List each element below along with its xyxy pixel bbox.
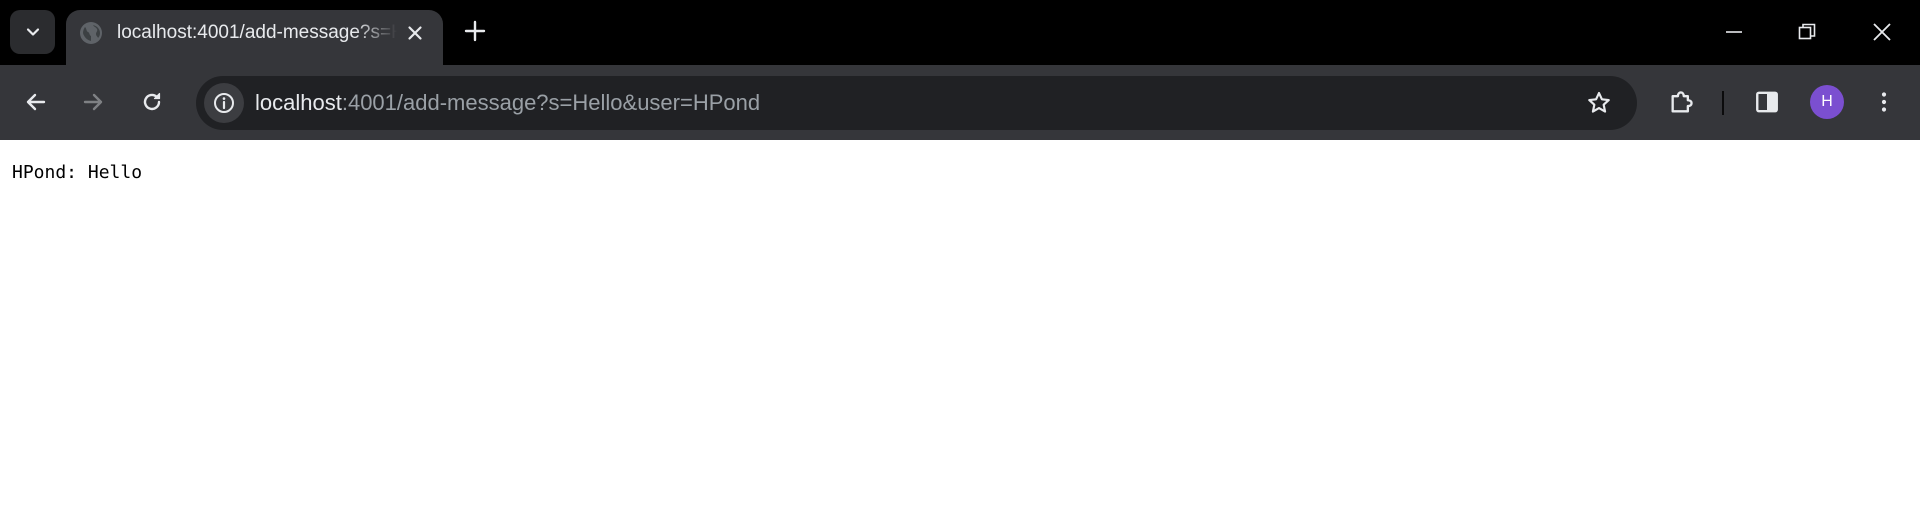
minimize-button[interactable] <box>1716 14 1752 50</box>
info-icon <box>214 93 234 113</box>
site-info-button[interactable] <box>204 83 244 123</box>
message-text: HPond: Hello <box>12 162 143 183</box>
tab-active[interactable]: localhost:4001/add-message?s=Hello&user=… <box>66 10 443 65</box>
plus-icon <box>464 20 486 42</box>
globe-icon <box>80 22 102 44</box>
url-text[interactable]: localhost:4001/add-message?s=Hello&user=… <box>255 89 760 117</box>
bookmark-button[interactable] <box>1582 86 1616 120</box>
page-content: HPond: Hello <box>0 140 1920 518</box>
minimize-icon <box>1726 31 1742 33</box>
chevron-down-icon <box>26 28 39 36</box>
address-bar[interactable]: localhost:4001/add-message?s=Hello&user=… <box>196 76 1637 130</box>
toolbar-divider <box>1722 91 1724 115</box>
puzzle-icon <box>1671 91 1693 113</box>
extensions-button[interactable] <box>1664 84 1700 120</box>
tab-strip: localhost:4001/add-message?s=Hello&user=… <box>0 0 1920 65</box>
kebab-menu-icon <box>1881 92 1887 112</box>
restore-icon <box>1798 23 1816 40</box>
side-panel-icon <box>1756 91 1778 113</box>
close-icon <box>408 26 422 40</box>
url-host: localhost <box>255 90 342 115</box>
url-path: :4001/add-message?s=Hello&user=HPond <box>341 90 761 115</box>
close-icon <box>1873 23 1891 41</box>
restore-button[interactable] <box>1789 14 1825 50</box>
arrow-left-icon <box>26 93 46 111</box>
close-window-button[interactable] <box>1864 14 1900 50</box>
profile-avatar-button[interactable]: H <box>1810 85 1844 119</box>
reload-button[interactable] <box>134 84 170 120</box>
close-tab-button[interactable] <box>401 19 429 47</box>
back-button[interactable] <box>18 84 54 120</box>
forward-button[interactable] <box>75 84 111 120</box>
star-icon <box>1588 91 1610 113</box>
menu-button[interactable] <box>1866 84 1902 120</box>
side-panel-button[interactable] <box>1749 84 1785 120</box>
tab-search-button[interactable] <box>10 10 55 54</box>
new-tab-button[interactable] <box>459 15 491 47</box>
arrow-right-icon <box>83 93 103 111</box>
browser-toolbar: localhost:4001/add-message?s=Hello&user=… <box>0 65 1920 140</box>
reload-icon <box>143 92 161 111</box>
tab-title: localhost:4001/add-message?s=Hello&user=… <box>117 22 397 43</box>
